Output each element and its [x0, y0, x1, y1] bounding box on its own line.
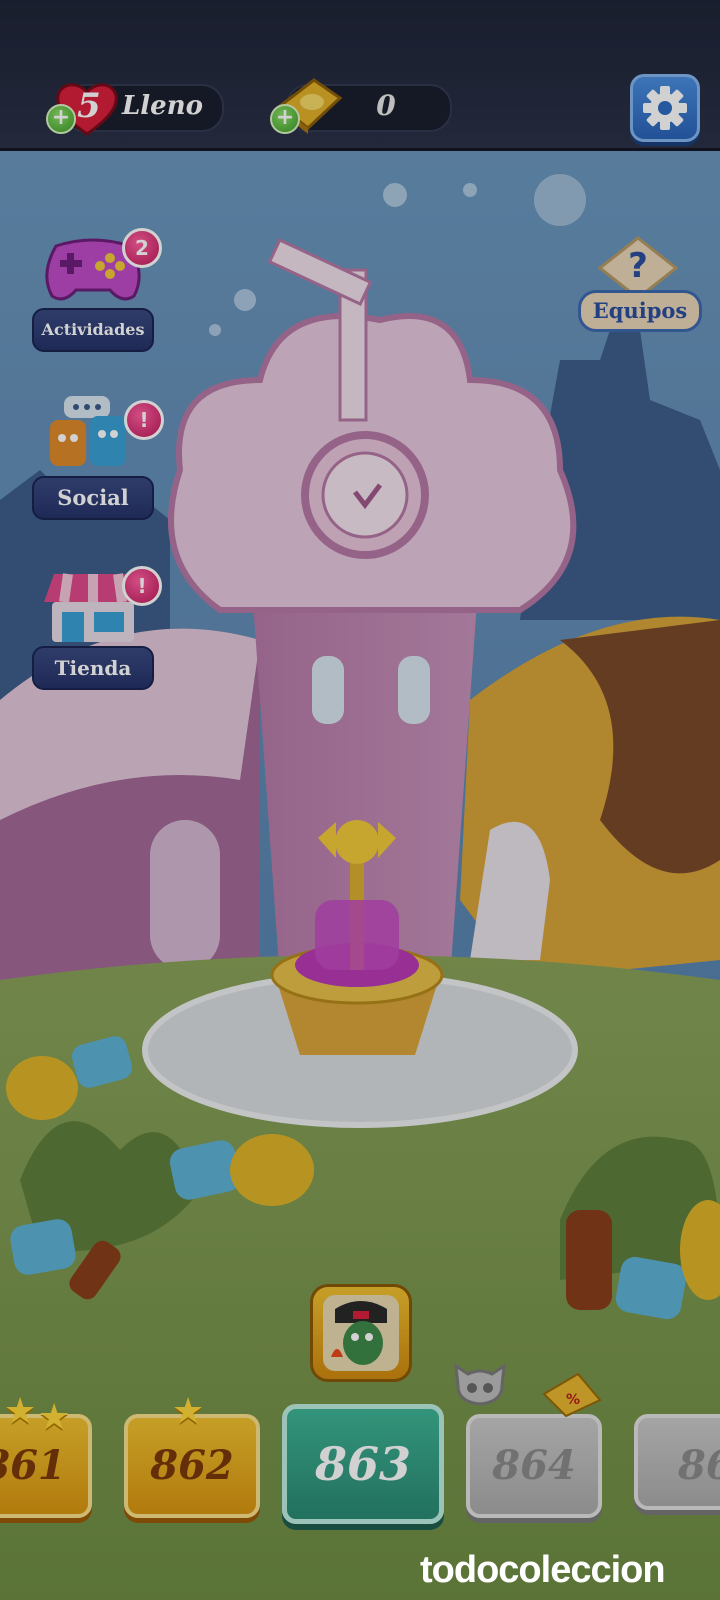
svg-text:%: %	[566, 1392, 580, 1408]
level-864-button[interactable]: 864	[466, 1414, 602, 1518]
level-861-star-1: ★	[4, 1391, 37, 1432]
gear-icon	[643, 86, 687, 130]
add-gold-button[interactable]: +	[270, 104, 300, 134]
settings-button[interactable]	[630, 74, 700, 142]
activities-button[interactable]: Actividades 2	[32, 228, 162, 352]
level-863-number: 863	[314, 1437, 412, 1491]
social-badge: !	[124, 400, 164, 440]
skull-icon	[454, 1362, 506, 1406]
player-avatar[interactable]	[310, 1284, 412, 1382]
discount-ticket-icon: %	[542, 1372, 602, 1418]
lives-count: 5	[77, 86, 101, 126]
shop-button[interactable]: Tienda !	[32, 566, 162, 690]
teams-question-mark: ?	[628, 246, 648, 286]
level-862-number: 862	[150, 1442, 234, 1489]
level-864-number: 864	[492, 1442, 576, 1489]
level-861-number: 861	[0, 1442, 66, 1489]
avatar-character-icon	[323, 1295, 399, 1371]
level-865-number: 86	[678, 1442, 720, 1489]
add-lives-button[interactable]: +	[46, 104, 76, 134]
social-label: Social	[32, 476, 154, 520]
activities-badge: 2	[122, 228, 162, 268]
teams-label: Equipos	[578, 290, 702, 332]
game-scene: 5 + Lleno + 0 Actividades 2 Social ! Tie…	[0, 0, 720, 1600]
social-button[interactable]: Social !	[32, 396, 164, 520]
level-865-button[interactable]: 86	[634, 1414, 720, 1510]
shop-label: Tienda	[32, 646, 154, 690]
teams-button[interactable]: ? Equipos	[578, 236, 702, 340]
shop-badge: !	[122, 566, 162, 606]
level-862-star-1: ★	[172, 1391, 205, 1432]
watermark: todocoleccion	[420, 1549, 666, 1591]
level-861-star-2: ★	[38, 1397, 71, 1438]
level-863-button[interactable]: 863	[282, 1404, 444, 1524]
gold-count: 0	[376, 89, 396, 122]
activities-label: Actividades	[32, 308, 154, 352]
lives-status: Lleno	[122, 91, 203, 121]
